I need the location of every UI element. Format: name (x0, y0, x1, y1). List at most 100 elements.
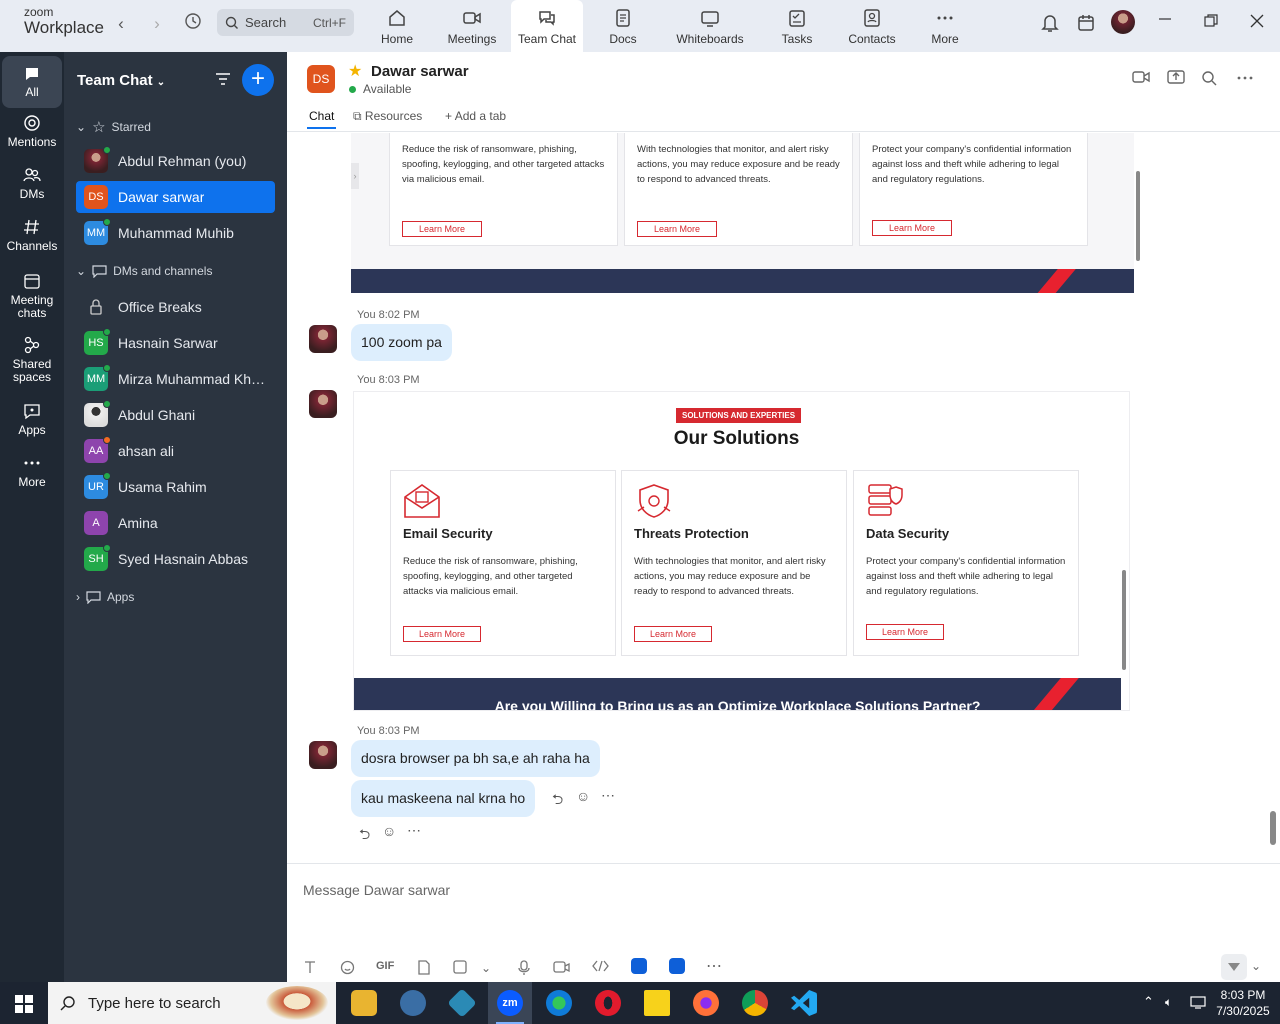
app-integration-icon[interactable] (669, 958, 685, 974)
file-explorer-icon[interactable] (351, 990, 377, 1016)
tab-add[interactable]: + Add a tab (445, 109, 506, 123)
minimize-icon[interactable] (1158, 12, 1172, 31)
tab-docs[interactable]: Docs (584, 0, 662, 52)
taskbar-search[interactable]: Type here to search (48, 982, 336, 1024)
app-integration-icon[interactable] (631, 958, 647, 974)
message-composer[interactable]: Message Dawar sarwar GIF ⌄ ⋯ ⌄ (287, 863, 1280, 982)
rail-shared-spaces[interactable]: Shared spaces (2, 336, 62, 384)
sidebar-title[interactable]: Team Chat ⌄ (77, 72, 165, 89)
avatar[interactable]: DS (307, 65, 335, 93)
starred-section-header[interactable]: ⌄ ☆ Starred (76, 118, 151, 136)
profile-avatar[interactable] (1111, 10, 1135, 34)
feed-scrollbar[interactable] (1270, 811, 1276, 845)
windows-start-icon[interactable] (15, 995, 33, 1018)
tab-whiteboards[interactable]: Whiteboards (670, 0, 750, 52)
sidebar-item-usama-rahim[interactable]: UR Usama Rahim (76, 471, 275, 503)
search-icon[interactable] (1201, 70, 1217, 91)
restore-icon[interactable] (1204, 14, 1218, 33)
sidebar-item-mirza-muhammad[interactable]: MM Mirza Muhammad Khur... (76, 363, 275, 395)
video-call-icon[interactable] (1132, 70, 1150, 89)
reply-icon[interactable]: ⮌ (359, 824, 370, 848)
emoji-icon[interactable] (340, 960, 355, 978)
sidebar-item-abdul-ghani[interactable]: Abdul Ghani (76, 399, 275, 431)
calendar-icon[interactable] (1077, 13, 1095, 38)
reply-icon[interactable]: ⮌ (552, 789, 563, 813)
send-button[interactable] (1221, 954, 1247, 980)
add-reaction-icon[interactable]: ☺ (382, 823, 396, 839)
code-snippet-icon[interactable] (592, 960, 609, 975)
message-bubble[interactable]: kau maskeena nal krna ho (351, 780, 536, 817)
close-icon[interactable] (1250, 14, 1264, 33)
firefox-icon[interactable] (693, 990, 719, 1016)
sticky-notes-icon[interactable] (644, 990, 670, 1016)
sidebar-item-amina[interactable]: A Amina (76, 507, 275, 539)
avatar[interactable] (309, 325, 337, 353)
tab-resources[interactable]: ⧉ Resources (353, 109, 422, 124)
chevron-down-icon[interactable]: ⌄ (1251, 959, 1261, 973)
rail-dms[interactable]: DMs (2, 166, 62, 201)
app-icon[interactable] (447, 988, 477, 1018)
file-icon[interactable] (417, 960, 431, 978)
sidebar-item-dawar-sarwar[interactable]: DS Dawar sarwar (76, 181, 275, 213)
more-actions-icon[interactable]: ⋯ (601, 787, 615, 804)
sidebar-item-muhammad-muhib[interactable]: MM Muhammad Muhib (76, 217, 275, 249)
microphone-icon[interactable] (518, 960, 530, 979)
avatar[interactable] (309, 390, 337, 418)
volume-icon[interactable]: 🔈︎ (1165, 994, 1172, 1010)
shared-image-1[interactable]: Reduce the risk of ransomware, phishing,… (351, 133, 1134, 293)
sidebar-item-office-breaks[interactable]: Office Breaks (76, 291, 275, 323)
chat-title[interactable]: Dawar sarwar (371, 63, 469, 80)
shared-image-2[interactable]: SOLUTIONS AND EXPERTIES Our Solutions Em… (353, 391, 1130, 711)
message-bubble[interactable]: dosra browser pa bh sa,e ah raha ha (351, 740, 600, 777)
apps-section-header[interactable]: › Apps (76, 590, 134, 604)
tab-contacts[interactable]: Contacts (833, 0, 911, 52)
network-icon[interactable] (1190, 995, 1206, 1013)
rail-mentions[interactable]: Mentions (2, 114, 62, 149)
forward-icon[interactable]: › (146, 14, 168, 34)
tab-more[interactable]: More (906, 0, 984, 52)
more-options-icon[interactable] (1237, 70, 1253, 91)
tab-home[interactable]: Home (358, 0, 436, 52)
more-actions-icon[interactable]: ⋯ (407, 822, 421, 839)
history-icon[interactable] (182, 12, 204, 35)
star-icon[interactable]: ★ (348, 61, 362, 81)
back-icon[interactable]: ‹ (110, 14, 132, 34)
gif-button[interactable]: GIF (376, 960, 394, 972)
tab-tasks[interactable]: Tasks (758, 0, 836, 52)
message-bubble[interactable]: 100 zoom pa (351, 324, 452, 361)
add-reaction-icon[interactable]: ☺ (576, 788, 590, 804)
search-bar[interactable]: Search Ctrl+F (217, 9, 354, 36)
image-prev-arrow[interactable]: › (351, 163, 359, 189)
more-tools-icon[interactable]: ⋯ (706, 956, 722, 976)
sidebar-item-syed-hasnain-abbas[interactable]: SH Syed Hasnain Abbas (76, 543, 275, 575)
tab-team-chat[interactable]: Team Chat (511, 0, 583, 52)
sidebar-item-hasnain-sarwar[interactable]: HS Hasnain Sarwar (76, 327, 275, 359)
dms-section-header[interactable]: ⌄ DMs and channels (76, 264, 212, 278)
image-scrollbar[interactable] (1136, 171, 1140, 261)
share-screen-icon[interactable] (1167, 70, 1185, 89)
text-format-icon[interactable] (303, 960, 317, 977)
rail-apps[interactable]: Apps (2, 402, 62, 437)
tab-meetings[interactable]: Meetings (433, 0, 511, 52)
avatar[interactable] (309, 741, 337, 769)
message-input[interactable]: Message Dawar sarwar (303, 882, 450, 898)
rail-meeting-chats[interactable]: Meeting chats (2, 272, 62, 320)
system-clock[interactable]: 8:03 PM 7/30/2025 (1212, 987, 1274, 1019)
vscode-icon[interactable] (791, 990, 817, 1016)
image-scrollbar[interactable] (1122, 570, 1126, 670)
filter-icon[interactable] (214, 71, 232, 92)
new-chat-button[interactable]: + (242, 64, 274, 96)
screenshot-icon[interactable] (453, 960, 468, 978)
chevron-down-icon[interactable]: ⌄ (481, 961, 491, 975)
app-icon[interactable] (400, 990, 426, 1016)
message-feed[interactable]: Reduce the risk of ransomware, phishing,… (287, 133, 1280, 863)
rail-all[interactable]: All (2, 56, 62, 108)
chevron-up-icon[interactable]: ⌃ (1143, 994, 1154, 1010)
video-message-icon[interactable] (553, 960, 570, 977)
sidebar-item-abdul-rehman[interactable]: Abdul Rehman (you) (76, 145, 275, 177)
rail-channels[interactable]: Channels (2, 218, 62, 253)
zoom-taskbar-button[interactable]: zm (488, 982, 532, 1024)
chrome-icon[interactable] (742, 990, 768, 1016)
notification-bell-icon[interactable] (1041, 13, 1059, 38)
edge-icon[interactable] (546, 990, 572, 1016)
